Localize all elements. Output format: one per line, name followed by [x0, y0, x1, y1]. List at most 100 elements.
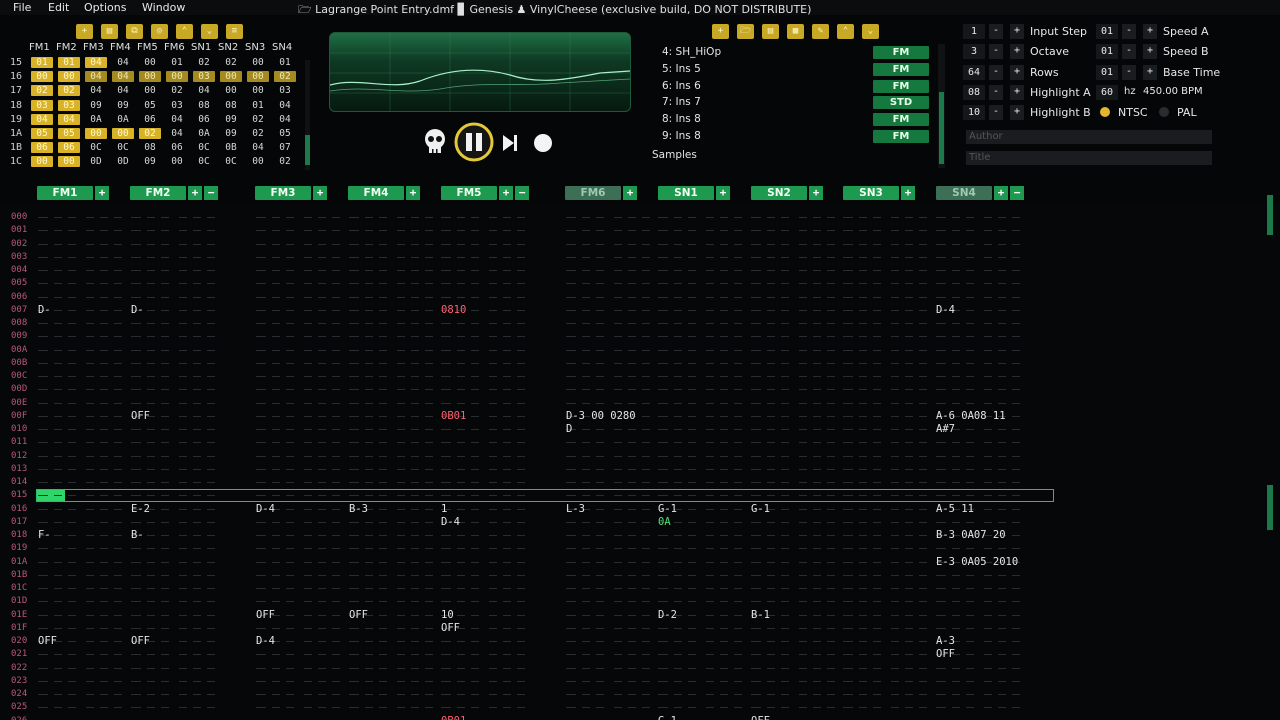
duplicate-order-icon[interactable]: ⧉ [126, 24, 143, 39]
order-cell[interactable]: 00 [220, 71, 242, 83]
order-cell[interactable]: 00 [166, 156, 188, 167]
setting-value[interactable]: 1 [963, 24, 985, 39]
order-cell[interactable]: 04 [85, 57, 107, 68]
instrument-row[interactable]: 6: Ins 6 FM [650, 79, 940, 94]
duplicate-instrument-icon[interactable]: ▦ [787, 24, 804, 39]
setting-value[interactable]: 3 [963, 44, 985, 60]
channel-sn1-button[interactable]: SN1 [658, 186, 714, 200]
edit-instrument-icon[interactable]: ✎ [812, 24, 829, 39]
pattern-row[interactable]: 009 [0, 330, 1060, 343]
order-cell[interactable]: 04 [166, 128, 188, 139]
expand-channel-icon[interactable]: + [809, 186, 823, 200]
channel-fm4-button[interactable]: FM4 [348, 186, 404, 200]
instrument-up-icon[interactable]: ⌃ [837, 24, 854, 39]
pattern-row[interactable]: 011 [0, 436, 1060, 449]
order-cell[interactable]: 09 [139, 156, 161, 167]
decrement-button[interactable]: - [1122, 44, 1136, 60]
order-cell[interactable]: 03 [166, 100, 188, 111]
channel-fm3-button[interactable]: FM3 [255, 186, 311, 200]
pattern-note[interactable]: G-1 [658, 503, 677, 516]
order-cell[interactable]: 02 [274, 71, 296, 83]
order-cell[interactable]: 0A [85, 114, 107, 125]
pattern-row[interactable]: 018 [0, 529, 1060, 542]
pattern-row[interactable]: 013 [0, 463, 1060, 476]
pattern-note[interactable]: 0810 [441, 304, 466, 317]
order-cell[interactable]: 0D [85, 156, 107, 167]
order-cell[interactable]: 01 [31, 57, 53, 68]
increment-button[interactable]: + [1010, 24, 1024, 39]
speed-value[interactable]: 01 [1096, 64, 1118, 80]
order-cell[interactable]: 04 [274, 114, 296, 125]
pattern-row[interactable]: 002 [0, 238, 1060, 251]
pattern-note[interactable]: OFF [131, 410, 150, 423]
order-cell[interactable]: 00 [58, 156, 80, 168]
order-cell[interactable]: 08 [220, 100, 242, 111]
menu-options[interactable]: Options [84, 1, 126, 14]
order-cell[interactable]: 05 [274, 128, 296, 139]
increment-button[interactable]: + [1010, 105, 1024, 121]
order-cell[interactable]: 06 [31, 142, 53, 154]
order-cell[interactable]: 02 [58, 85, 80, 97]
pattern-note[interactable]: B- [131, 529, 144, 542]
decrement-button[interactable]: - [989, 44, 1003, 60]
increment-button[interactable]: + [1010, 84, 1024, 100]
expand-channel-icon[interactable]: + [994, 186, 1008, 200]
pattern-note[interactable]: D-2 [658, 609, 677, 622]
pattern-row[interactable]: 020 [0, 635, 1060, 648]
order-cell[interactable]: 0A [112, 114, 134, 125]
channel-fm2-button[interactable]: FM2 [130, 186, 186, 200]
record-button[interactable] [532, 132, 554, 157]
pattern-row[interactable]: 024 [0, 688, 1060, 701]
add-order-icon[interactable]: + [76, 24, 93, 39]
pattern-row[interactable]: 00E [0, 397, 1060, 410]
order-row[interactable]: 16 00 00 04 04 00 00 03 00 00 02 [8, 71, 308, 85]
pattern-note[interactable]: D [566, 423, 572, 436]
order-cell[interactable]: 0B [220, 142, 242, 153]
pattern-note[interactable]: OFF [131, 635, 150, 648]
pal-radio-icon[interactable] [1159, 107, 1169, 117]
pattern-note[interactable]: OFF [751, 715, 770, 720]
pattern-row[interactable]: 01C [0, 582, 1060, 595]
expand-channel-icon[interactable]: + [901, 186, 915, 200]
pattern-row[interactable]: 000 [0, 211, 1060, 224]
pattern-row[interactable]: 00C [0, 370, 1060, 383]
pattern-note[interactable]: F- [38, 529, 51, 542]
pattern-note[interactable]: 1 [441, 503, 447, 516]
instrument-down-icon[interactable]: ⌄ [862, 24, 879, 39]
pattern-row[interactable]: 01F [0, 622, 1060, 635]
order-menu-icon[interactable]: ≡ [226, 24, 243, 39]
pattern-row[interactable]: 022 [0, 662, 1060, 675]
move-down-icon[interactable]: ⌄ [201, 24, 218, 39]
collapse-channel-icon[interactable]: − [1010, 186, 1024, 200]
pattern-row[interactable]: 01B [0, 569, 1060, 582]
menu-file[interactable]: File [13, 1, 31, 14]
pattern-row[interactable]: 00B [0, 357, 1060, 370]
pattern-row[interactable]: 021 [0, 648, 1060, 661]
order-cell[interactable]: 08 [139, 142, 161, 153]
pattern-note[interactable]: G-1 [658, 715, 677, 720]
increment-button[interactable]: + [1143, 24, 1157, 39]
order-cell[interactable]: 04 [85, 71, 107, 83]
pattern-editor[interactable]: 000 001 002 003 004 005 006 007 008 009 00A 00B 00C 0… [0, 205, 1280, 720]
pattern-note[interactable]: OFF [936, 648, 955, 661]
order-row[interactable]: 19 04 04 0A 0A 06 04 06 09 02 04 [8, 113, 308, 128]
setting-value[interactable]: 10 [963, 105, 985, 121]
order-cell[interactable]: 00 [247, 71, 269, 83]
pattern-note[interactable]: B-3 [349, 503, 368, 516]
orders-scrollbar[interactable] [305, 60, 310, 170]
order-cell[interactable]: 02 [247, 114, 269, 125]
pattern-row[interactable]: 008 [0, 317, 1060, 330]
save-instrument-icon[interactable]: ▤ [762, 24, 779, 39]
order-cell[interactable]: 04 [85, 85, 107, 96]
order-cell[interactable]: 0C [193, 142, 215, 153]
order-cell[interactable]: 00 [220, 85, 242, 96]
channel-fm6-button[interactable]: FM6 [565, 186, 621, 200]
channel-fm5-button[interactable]: FM5 [441, 186, 497, 200]
move-up-icon[interactable]: ⌃ [176, 24, 193, 39]
order-cell[interactable]: 00 [166, 71, 188, 83]
pattern-note[interactable]: D- [38, 304, 51, 317]
pattern-note[interactable]: 0A [658, 516, 671, 529]
pattern-row[interactable]: 007 [0, 304, 1060, 317]
title-input[interactable]: Title [966, 151, 1212, 165]
pattern-note[interactable]: D- [131, 304, 144, 317]
